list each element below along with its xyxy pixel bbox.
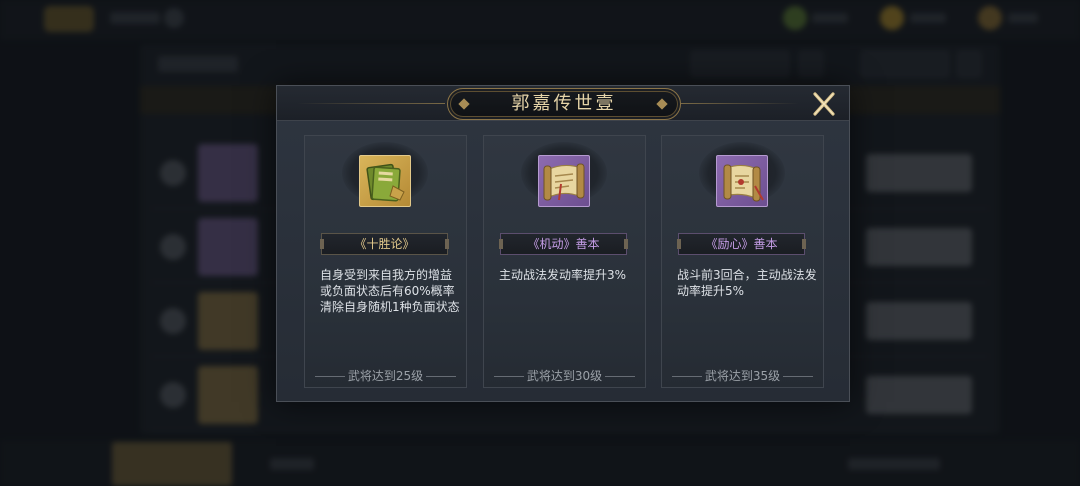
close-button[interactable] [808, 89, 840, 119]
skill-name-plate: 《十胜论》 [320, 233, 449, 255]
skill-name: 《十胜论》 [354, 237, 415, 251]
gold-book-icon[interactable] [359, 155, 411, 207]
skill-name-plate: 《励心》善本 [677, 233, 806, 255]
scroll-illustration [723, 164, 764, 202]
book-illustration [366, 163, 405, 202]
close-x-icon [813, 92, 835, 116]
skill-card[interactable]: 《十胜论》 自身受到来自我方的增益或负面状态后有60%概率清除自身随机1种负面状… [304, 135, 467, 388]
requirement-text: 武将达到30级 [526, 369, 603, 383]
scroll-illustration [543, 163, 585, 201]
header-divider-left [297, 103, 445, 104]
dialog-header: 郭嘉传世壹 [277, 86, 849, 121]
unlock-requirement: 武将达到25级 [305, 368, 466, 384]
unlock-requirement: 武将达到35级 [662, 368, 823, 384]
skill-name-plate: 《机动》善本 [499, 233, 628, 255]
skill-name: 《机动》善本 [527, 237, 600, 251]
skill-name: 《励心》善本 [705, 237, 778, 251]
skill-description: 战斗前3回合，主动战法发动率提升5% [677, 268, 817, 298]
unlock-requirement: 武将达到30级 [484, 368, 645, 384]
skill-card[interactable]: 《励心》善本 战斗前3回合，主动战法发动率提升5% 武将达到35级 [661, 135, 824, 388]
purple-scroll-icon[interactable] [716, 155, 768, 207]
game-screen: 郭嘉传世壹 《十胜论》 自身受到来自我方的增益或负面状态后有60%概率清除自身随… [0, 0, 1080, 486]
skill-description: 主动战法发动率提升3% [499, 268, 627, 282]
purple-scroll-icon[interactable] [538, 155, 590, 207]
title-plate: 郭嘉传世壹 [447, 88, 681, 120]
requirement-text: 武将达到35级 [704, 369, 781, 383]
header-divider-right [681, 103, 799, 104]
dialog-title: 郭嘉传世壹 [511, 93, 617, 114]
skill-card[interactable]: 《机动》善本 主动战法发动率提升3% 武将达到30级 [483, 135, 646, 388]
skill-description: 自身受到来自我方的增益或负面状态后有60%概率清除自身随机1种负面状态 [320, 268, 460, 314]
inheritance-dialog: 郭嘉传世壹 《十胜论》 自身受到来自我方的增益或负面状态后有60%概率清除自身随… [276, 85, 850, 402]
requirement-text: 武将达到25级 [347, 369, 424, 383]
